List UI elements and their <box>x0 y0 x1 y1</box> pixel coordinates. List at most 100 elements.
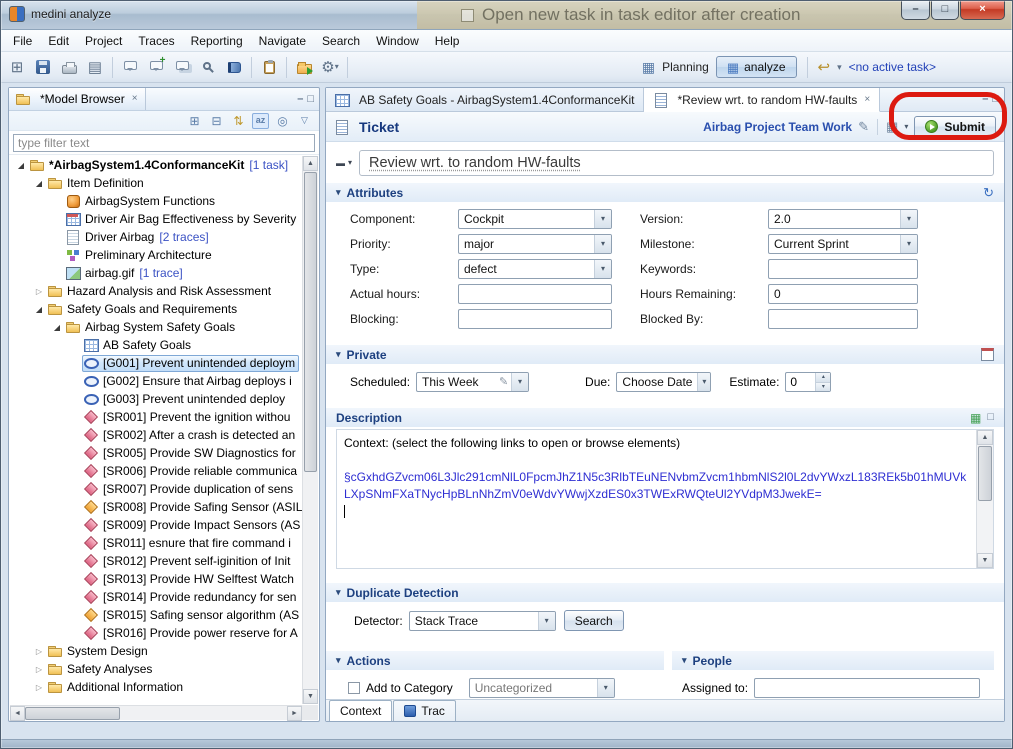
combo-arrow-icon[interactable] <box>900 235 917 253</box>
tree-item[interactable]: [SR008] Provide Safing Sensor (ASIL <box>10 498 302 516</box>
tree-item[interactable]: [SR006] Provide reliable communica <box>10 462 302 480</box>
tree-item[interactable]: AB Safety Goals <box>10 336 302 354</box>
component-combo[interactable]: Cockpit <box>458 209 612 229</box>
tree-item[interactable]: AirbagSystem Functions <box>10 192 302 210</box>
description-textarea[interactable]: Context: (select the following links to … <box>336 429 994 569</box>
tree-item[interactable]: [SR002] After a crash is detected an <box>10 426 302 444</box>
combo-arrow-icon[interactable] <box>597 679 614 697</box>
focus-task-icon[interactable] <box>274 113 291 129</box>
scrollbar-thumb[interactable] <box>25 707 120 720</box>
tree-expander[interactable] <box>32 287 46 296</box>
back-arrow-icon[interactable] <box>818 60 831 75</box>
menu-project[interactable]: Project <box>77 31 130 51</box>
filter-input[interactable] <box>13 134 315 152</box>
vertical-scrollbar[interactable] <box>302 156 318 704</box>
close-view-icon[interactable] <box>132 94 138 104</box>
spin-up-icon[interactable] <box>816 373 830 383</box>
menu-help[interactable]: Help <box>427 31 468 51</box>
link-with-editor-icon[interactable] <box>230 113 247 129</box>
combo-arrow-icon[interactable] <box>511 373 528 391</box>
tree-expander[interactable] <box>50 323 64 332</box>
tree-item[interactable]: [G003] Prevent unintended deploy <box>10 390 302 408</box>
tree-expander[interactable] <box>32 179 46 188</box>
tree-item[interactable]: [SR011] esnure that fire command i <box>10 534 302 552</box>
scroll-down-icon[interactable] <box>303 689 318 704</box>
blocking-input[interactable] <box>458 309 612 329</box>
tree-expander[interactable] <box>14 161 28 170</box>
description-link[interactable]: §cGxhdGZvcm06L3Jlc291cmNlL0FpcmJhZ1N5c3R… <box>344 469 969 503</box>
section-twistie-icon[interactable] <box>336 656 341 665</box>
summary-input[interactable]: Review wrt. to random HW-faults <box>359 150 994 176</box>
section-twistie-icon[interactable] <box>336 588 341 597</box>
minimize-editor-icon[interactable] <box>982 94 988 105</box>
spin-down-icon[interactable] <box>816 383 830 392</box>
update-attributes-icon[interactable] <box>983 186 994 199</box>
menu-file[interactable]: File <box>5 31 40 51</box>
collapse-all-icon[interactable] <box>208 113 225 129</box>
tree-item[interactable]: [SR001] Prevent the ignition withou <box>10 408 302 426</box>
menu-traces[interactable]: Traces <box>130 31 182 51</box>
tree-expander[interactable] <box>32 305 46 314</box>
tree-item[interactable]: Item Definition <box>10 174 302 192</box>
tree-item[interactable]: System Design <box>10 642 302 660</box>
minimize-view-icon[interactable] <box>297 94 303 105</box>
duplicate-detection-section-header[interactable]: Duplicate Detection <box>326 583 1004 602</box>
comments-icon[interactable] <box>170 55 194 79</box>
expand-all-icon[interactable] <box>186 113 203 129</box>
menu-navigate[interactable]: Navigate <box>251 31 314 51</box>
submit-button[interactable]: Submit <box>914 116 996 138</box>
combo-arrow-icon[interactable] <box>697 373 710 391</box>
tree-item[interactable]: Airbag System Safety Goals <box>10 318 302 336</box>
milestone-combo[interactable]: Current Sprint <box>768 234 918 254</box>
combo-arrow-icon[interactable] <box>538 612 555 630</box>
sort-alphabetically-icon[interactable] <box>252 113 269 129</box>
private-section-header[interactable]: Private <box>326 345 1004 364</box>
tree-item[interactable]: Driver Airbag[2 traces] <box>10 228 302 246</box>
detector-combo[interactable]: Stack Trace <box>409 611 556 631</box>
keywords-input[interactable] <box>768 259 918 279</box>
scroll-up-icon[interactable] <box>977 430 993 445</box>
edit-pencil-icon[interactable] <box>858 120 869 133</box>
section-twistie-icon[interactable] <box>682 656 687 665</box>
review-icon[interactable] <box>196 55 220 79</box>
scroll-down-icon[interactable] <box>977 553 993 568</box>
tree-item[interactable]: [SR015] Safing sensor algorithm (AS <box>10 606 302 624</box>
search-button[interactable]: Search <box>564 610 624 631</box>
tree-item[interactable]: Safety Goals and Requirements <box>10 300 302 318</box>
actions-section-header[interactable]: Actions <box>326 651 664 670</box>
section-twistie-icon[interactable] <box>336 188 341 197</box>
combo-arrow-icon[interactable] <box>594 210 611 228</box>
people-section-header[interactable]: People <box>672 651 994 670</box>
calendar-icon[interactable] <box>981 348 994 361</box>
combo-arrow-icon[interactable] <box>594 235 611 253</box>
print-icon[interactable] <box>57 55 81 79</box>
combo-arrow-icon[interactable] <box>900 210 917 228</box>
tree-expander[interactable] <box>32 665 46 674</box>
tree-item[interactable]: *AirbagSystem1.4ConformanceKit[1 task] <box>10 156 302 174</box>
close-tab-icon[interactable] <box>864 95 870 105</box>
tree-item[interactable]: [SR005] Provide SW Diagnostics for <box>10 444 302 462</box>
tree-item[interactable]: [SR009] Provide Impact Sensors (AS <box>10 516 302 534</box>
due-combo[interactable]: Choose Date <box>616 372 711 392</box>
layout-grid-icon[interactable] <box>886 120 898 133</box>
scrollbar-thumb[interactable] <box>978 446 992 501</box>
menu-reporting[interactable]: Reporting <box>183 31 251 51</box>
maximize-section-icon[interactable] <box>987 412 994 423</box>
tree-item[interactable]: Preliminary Architecture <box>10 246 302 264</box>
summary-menu-button[interactable] <box>336 159 352 168</box>
scroll-left-icon[interactable] <box>10 706 25 721</box>
tree-item[interactable]: [SR007] Provide duplication of sens <box>10 480 302 498</box>
analyze-perspective-button[interactable]: analyze <box>716 56 797 78</box>
scroll-up-icon[interactable] <box>303 156 318 171</box>
tree-item[interactable]: Hazard Analysis and Risk Assessment <box>10 282 302 300</box>
planning-perspective-icon[interactable] <box>642 60 655 74</box>
tools-icon[interactable] <box>318 55 342 79</box>
tree-item-selected[interactable]: [G001] Prevent unintended deploym <box>10 354 302 372</box>
blocked-by-input[interactable] <box>768 309 918 329</box>
menu-window[interactable]: Window <box>368 31 427 51</box>
maximize-editor-icon[interactable] <box>992 94 999 105</box>
report-icon[interactable] <box>83 55 107 79</box>
tree-expander[interactable] <box>32 683 46 692</box>
tab-trac[interactable]: Trac <box>393 700 456 721</box>
maximize-button[interactable] <box>931 0 959 20</box>
